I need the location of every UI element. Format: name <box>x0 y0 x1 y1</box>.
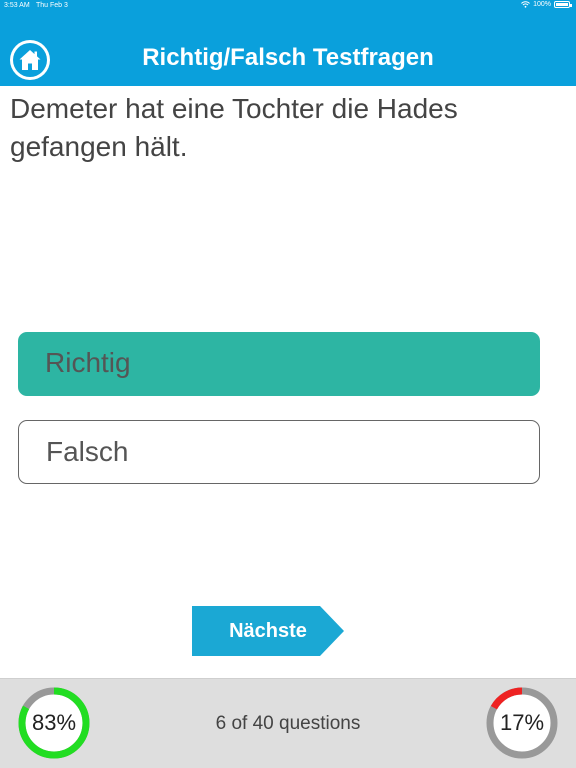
page-title: Richtig/Falsch Testfragen <box>142 44 434 71</box>
wifi-icon <box>521 1 530 8</box>
next-button-label: Nächste <box>229 620 307 642</box>
next-button[interactable]: Nächste <box>192 606 344 656</box>
battery-icon <box>554 1 572 8</box>
footer-bar: 83% 6 of 40 questions 17% <box>0 678 576 768</box>
wrong-percent-label: 17% <box>499 710 545 735</box>
answer-option-falsch[interactable]: Falsch <box>18 420 540 484</box>
status-date: Thu Feb 3 <box>36 2 68 9</box>
header-bar: 3:53 AM Thu Feb 3 100% Richtig/Falsch Te… <box>0 0 576 86</box>
status-time: 3:53 AM <box>4 2 30 9</box>
status-right: 100% <box>521 1 572 8</box>
battery-percent: 100% <box>533 1 551 8</box>
question-text: Demeter hat eine Tochter die Hades gefan… <box>10 93 458 162</box>
answer-option-richtig[interactable]: Richtig <box>18 332 540 396</box>
status-bar: 3:53 AM Thu Feb 3 100% <box>0 0 576 14</box>
wrong-percent-ring: 17% <box>486 687 558 759</box>
